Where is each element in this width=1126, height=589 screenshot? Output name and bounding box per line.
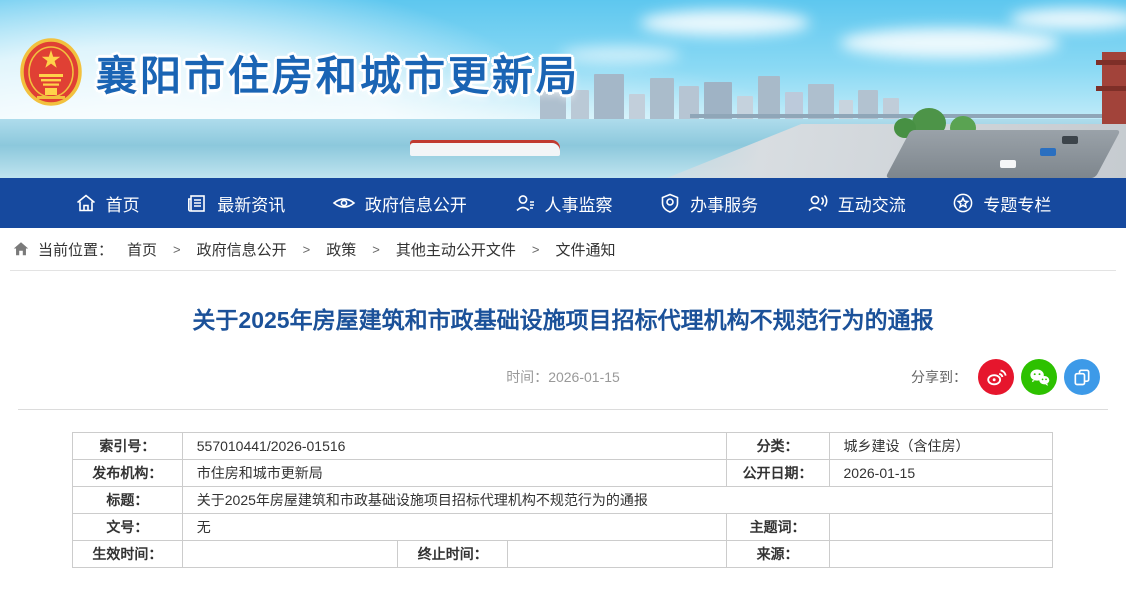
shield-icon (659, 192, 681, 214)
car (1000, 160, 1016, 168)
cloud (840, 28, 1060, 58)
nav-item-label: 政府信息公开 (365, 191, 467, 216)
main-nav: 首页 最新资讯 政府信息公开 人事监察 办事服务 互动交流 (0, 178, 1126, 228)
keywords-value (829, 514, 1052, 541)
nav-item-gov-info[interactable]: 政府信息公开 (332, 191, 467, 216)
expiry-date-label: 终止时间： (398, 541, 508, 568)
site-brand: 襄阳市住房和城市更新局 (20, 38, 580, 106)
nav-item-label: 最新资讯 (217, 191, 285, 216)
nav-item-news[interactable]: 最新资讯 (186, 191, 285, 216)
nav-item-label: 互动交流 (838, 191, 906, 216)
home-icon (12, 240, 30, 258)
copy-link-share-button[interactable] (1064, 359, 1100, 395)
site-name: 襄阳市住房和城市更新局 (96, 42, 580, 102)
breadcrumb: 当前位置： 首页 > 政府信息公开 > 政策 > 其他主动公开文件 > 文件通知 (0, 228, 1126, 270)
nav-item-services[interactable]: 办事服务 (659, 191, 758, 216)
source-value (829, 541, 1052, 568)
time-value: 2026-01-15 (548, 369, 620, 385)
road (885, 130, 1121, 178)
index-number-label: 索引号： (73, 433, 183, 460)
eye-icon (332, 192, 356, 214)
breadcrumb-separator: > (173, 242, 181, 257)
car (1040, 148, 1056, 156)
star-circle-icon (952, 192, 974, 214)
nav-item-interaction[interactable]: 互动交流 (805, 191, 906, 216)
article-meta-row: 时间：2026-01-15 分享到： (0, 357, 1126, 395)
issuing-agency-label: 发布机构： (73, 460, 183, 487)
breadcrumb-separator: > (372, 242, 380, 257)
source-label: 来源： (726, 541, 829, 568)
doc-number-label: 文号： (73, 514, 183, 541)
weibo-icon (985, 366, 1007, 388)
page-title: 关于2025年房屋建筑和市政基础设施项目招标代理机构不规范行为的通报 (0, 301, 1126, 335)
wechat-icon (1028, 366, 1051, 389)
wechat-share-button[interactable] (1021, 359, 1057, 395)
cloud (640, 10, 810, 36)
national-emblem-icon (20, 38, 82, 106)
copy-link-icon (1072, 367, 1092, 387)
nav-item-label: 办事服务 (690, 191, 758, 216)
weibo-share-button[interactable] (978, 359, 1014, 395)
chat-people-icon (805, 192, 829, 214)
bridge (690, 114, 1110, 118)
publish-date-label: 公开日期： (726, 460, 829, 487)
breadcrumb-item-other-public-docs[interactable]: 其他主动公开文件 (396, 239, 516, 260)
news-icon (186, 192, 208, 214)
document-meta-table: 索引号： 557010441/2026-01516 分类： 城乡建设（含住房） … (72, 432, 1053, 568)
effective-date-value (182, 541, 398, 568)
site-banner: 襄阳市住房和城市更新局 (0, 0, 1126, 178)
doc-title-label: 标题： (73, 487, 183, 514)
expiry-date-value (508, 541, 727, 568)
breadcrumb-separator: > (303, 242, 311, 257)
category-value: 城乡建设（含住房） (829, 433, 1052, 460)
car (1062, 136, 1078, 144)
category-label: 分类： (726, 433, 829, 460)
home-icon (75, 192, 97, 214)
breadcrumb-item-home[interactable]: 首页 (127, 239, 157, 260)
keywords-label: 主题词： (726, 514, 829, 541)
table-row: 索引号： 557010441/2026-01516 分类： 城乡建设（含住房） (73, 433, 1053, 460)
nav-item-personnel[interactable]: 人事监察 (514, 191, 613, 216)
table-row: 标题： 关于2025年房屋建筑和市政基础设施项目招标代理机构不规范行为的通报 (73, 487, 1053, 514)
nav-item-special-columns[interactable]: 专题专栏 (952, 191, 1051, 216)
time-label: 时间： (506, 369, 548, 385)
nav-item-label: 专题专栏 (983, 191, 1051, 216)
breadcrumb-divider (10, 270, 1116, 271)
nav-item-label: 人事监察 (545, 191, 613, 216)
table-row: 生效时间： 终止时间： 来源： (73, 541, 1053, 568)
issuing-agency-value: 市住房和城市更新局 (182, 460, 726, 487)
boat (410, 140, 560, 156)
table-row: 发布机构： 市住房和城市更新局 公开日期： 2026-01-15 (73, 460, 1053, 487)
nav-item-home[interactable]: 首页 (75, 191, 140, 216)
breadcrumb-label: 当前位置： (38, 239, 113, 260)
breadcrumb-item-gov-info[interactable]: 政府信息公开 (197, 239, 287, 260)
doc-number-value: 无 (182, 514, 726, 541)
share-bar: 分享到： (911, 359, 1100, 395)
breadcrumb-item-document-notice[interactable]: 文件通知 (555, 239, 615, 260)
index-number-value: 557010441/2026-01516 (182, 433, 726, 460)
person-icon (514, 192, 536, 214)
pagoda (1102, 52, 1126, 124)
publish-date-value: 2026-01-15 (829, 460, 1052, 487)
share-label: 分享到： (911, 367, 967, 387)
effective-date-label: 生效时间： (73, 541, 183, 568)
table-row: 文号： 无 主题词： (73, 514, 1053, 541)
breadcrumb-item-policy[interactable]: 政策 (326, 239, 356, 260)
city-skyline (540, 70, 1086, 120)
nav-item-label: 首页 (106, 191, 140, 216)
content-divider (18, 409, 1108, 410)
breadcrumb-separator: > (532, 242, 540, 257)
doc-title-value: 关于2025年房屋建筑和市政基础设施项目招标代理机构不规范行为的通报 (182, 487, 1052, 514)
